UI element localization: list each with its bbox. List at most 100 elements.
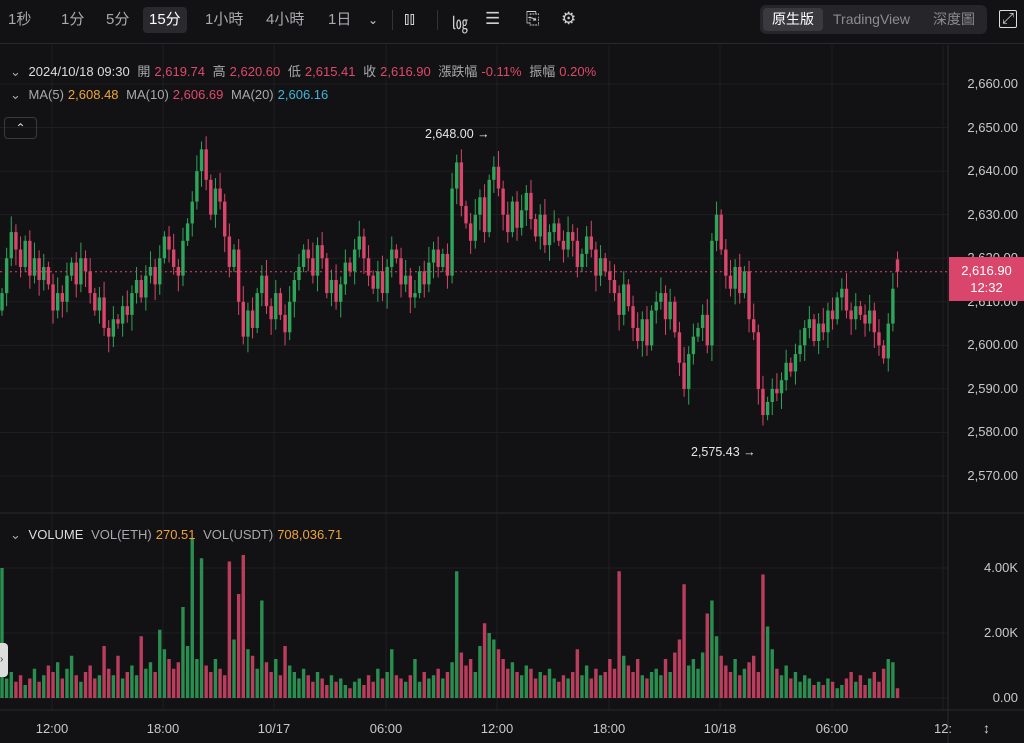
volume-bar	[23, 685, 27, 698]
volume-label: VOLUME	[28, 527, 84, 542]
volume-bar	[784, 665, 788, 698]
ma10-value: 2,606.69	[172, 87, 224, 102]
volume-bar	[181, 607, 185, 698]
volume-bar	[547, 668, 552, 698]
candle-body	[120, 306, 125, 324]
candlestick-chart[interactable]	[0, 0, 1024, 743]
candle-body	[4, 258, 9, 294]
candle-body	[468, 223, 473, 241]
candle-body	[877, 332, 881, 346]
candle-body	[311, 258, 315, 276]
candle-body	[93, 293, 97, 311]
candle-body	[807, 319, 812, 328]
volume-bar	[816, 681, 821, 698]
volume-bar	[236, 594, 241, 698]
volume-bar	[589, 678, 593, 698]
ohlc-row: ⌄ 2024/10/18 09:30 開 2,619.74 高 2,620.60 低…	[10, 61, 600, 80]
volume-tick-label: 2.00K	[984, 625, 1018, 640]
collapse-chevron-icon[interactable]: ⌄	[10, 87, 21, 102]
candle-body	[747, 271, 751, 320]
candle-body	[450, 188, 454, 276]
volume-bar	[232, 639, 236, 698]
candle-body	[325, 258, 329, 294]
candle-body	[255, 293, 259, 328]
volume-bar	[190, 538, 194, 698]
volume-bar	[580, 675, 584, 698]
ma20-label: MA(20)	[231, 87, 274, 102]
volume-bar	[626, 665, 631, 698]
candle-body	[167, 236, 171, 250]
candle-body	[608, 271, 612, 281]
candle-body	[352, 249, 357, 272]
volume-bar	[102, 646, 106, 698]
collapse-chevron-icon[interactable]: ⌄	[10, 527, 21, 542]
volume-bar	[264, 662, 269, 698]
ma5-value: 2,608.48	[67, 87, 119, 102]
candle-body	[635, 327, 640, 342]
candle-body	[738, 266, 742, 294]
volume-bar	[510, 662, 515, 698]
candle-body	[357, 236, 361, 250]
volume-bar	[343, 685, 348, 698]
candle-body	[9, 232, 13, 259]
time-tick-label: 12:	[933, 721, 953, 736]
candle-body	[185, 223, 190, 241]
price-tick-label: 2,580.00	[967, 424, 1018, 440]
volume-bar	[552, 678, 556, 698]
candle-body	[385, 266, 389, 294]
volume-bar	[278, 675, 283, 698]
volume-bar	[125, 672, 129, 698]
volume-bar	[696, 668, 700, 698]
volume-bar	[403, 681, 408, 698]
candle-body	[812, 319, 816, 342]
volume-bar	[821, 685, 825, 698]
axis-reset-icon[interactable]: ↕	[983, 720, 990, 736]
volume-bar	[83, 672, 88, 698]
volume-bar	[496, 649, 501, 698]
volume-bar	[705, 613, 709, 698]
volume-bar	[445, 672, 450, 698]
volume-bar	[436, 668, 440, 698]
volume-bar	[775, 668, 779, 698]
expand-panel-handle[interactable]: ›	[0, 643, 8, 677]
candle-body	[566, 232, 570, 250]
candle-body	[329, 280, 334, 294]
ma5-label: MA(5)	[28, 87, 64, 102]
candle-body	[292, 280, 297, 302]
candle-body	[622, 284, 626, 315]
volume-bar	[835, 688, 839, 698]
volume-bar	[301, 668, 306, 698]
candle-body	[380, 271, 385, 294]
candle-body	[631, 306, 635, 328]
volume-bar	[603, 672, 607, 698]
volume-bar	[501, 659, 505, 698]
candle-body	[510, 201, 515, 233]
volume-bar	[529, 668, 533, 698]
time-tick-label: 18:00	[146, 721, 180, 736]
low-annotation-value: 2,575.43	[691, 445, 740, 459]
volume-bar	[88, 665, 92, 698]
volume-bar	[65, 668, 69, 698]
volume-bar	[747, 662, 751, 698]
candle-body	[793, 354, 798, 372]
volume-bar	[571, 672, 575, 698]
collapse-chevron-icon[interactable]: ⌄	[10, 64, 21, 79]
volume-bar	[492, 639, 496, 698]
volume-bar	[209, 672, 213, 698]
candle-body	[714, 214, 719, 241]
candle-body	[125, 306, 129, 315]
volume-bar	[352, 681, 357, 698]
candle-body	[705, 314, 709, 346]
volume-bar	[167, 659, 171, 698]
candle-body	[547, 232, 552, 246]
candle-body	[0, 293, 4, 311]
candle-body	[891, 288, 895, 324]
close-label: 收	[363, 64, 377, 79]
candle-body	[687, 354, 691, 389]
volume-bar	[0, 568, 4, 698]
candle-body	[18, 249, 23, 267]
volume-bar	[761, 574, 765, 698]
volume-bar	[4, 678, 9, 698]
collapse-indicators-button[interactable]: ⌃	[4, 117, 37, 139]
volume-bar	[283, 646, 287, 698]
